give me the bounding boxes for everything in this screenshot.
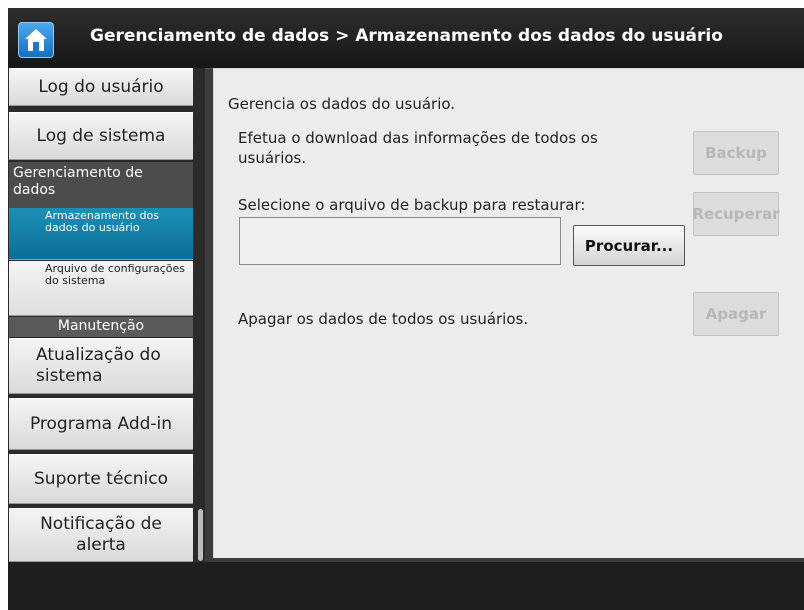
sidebar-item-label: Programa Add-in xyxy=(29,413,173,434)
sidebar-item-label: Suporte técnico xyxy=(34,468,168,489)
sidebar: Log do usuário Log de sistema Gerenciame… xyxy=(8,68,205,562)
home-icon xyxy=(25,29,47,51)
sidebar-item-label: Armazenamento dos dados do usuário xyxy=(45,209,160,234)
sidebar-item-label: Atualização do sistema xyxy=(36,345,161,386)
restore-label: Selecione o arquivo de backup para resta… xyxy=(238,196,586,214)
backup-file-input[interactable] xyxy=(239,217,561,265)
page-title: Gerenciamento de dados > Armazenamento d… xyxy=(90,26,723,46)
bottom-bar xyxy=(8,562,804,610)
sidebar-item-label: Arquivo de configurações do sistema xyxy=(45,262,186,287)
sidebar-item-label: Notificação de alerta xyxy=(40,514,162,555)
restore-button[interactable]: Recuperar xyxy=(692,192,780,236)
sidebar-scrollbar[interactable] xyxy=(198,509,203,561)
content-panel: Gerencia os dados do usuário. Efetua o d… xyxy=(213,68,804,558)
sidebar-item-user-data-storage[interactable]: Armazenamento dos dados do usuário xyxy=(9,208,193,260)
sidebar-item-system-log[interactable]: Log de sistema xyxy=(9,112,193,160)
sidebar-item-user-log[interactable]: Log do usuário xyxy=(9,68,193,106)
sidebar-category-maintenance: Manutenção xyxy=(9,317,193,337)
sidebar-item-alert-notification[interactable]: Notificação de alerta xyxy=(9,508,193,562)
backup-description: Efetua o download das informações de tod… xyxy=(238,129,598,167)
sidebar-item-system-config-file[interactable]: Arquivo de configurações do sistema xyxy=(9,261,193,316)
sidebar-item-system-update[interactable]: Atualização do sistema xyxy=(9,338,193,394)
header-bar: Gerenciamento de dados > Armazenamento d… xyxy=(8,8,804,69)
sidebar-item-label: Log de sistema xyxy=(36,125,166,146)
app-window: Gerenciamento de dados > Armazenamento d… xyxy=(8,8,804,610)
description-text: Gerencia os dados do usuário. xyxy=(228,95,456,113)
browse-button[interactable]: Procurar... xyxy=(573,225,685,266)
sidebar-category-data-management: Gerenciamento de dados xyxy=(9,162,193,208)
delete-button[interactable]: Apagar xyxy=(693,292,779,336)
delete-description: Apagar os dados de todos os usuários. xyxy=(238,310,529,328)
home-button[interactable] xyxy=(18,22,54,58)
sidebar-item-label: Log do usuário xyxy=(38,76,164,97)
backup-button[interactable]: Backup xyxy=(693,131,779,175)
sidebar-item-technical-support[interactable]: Suporte técnico xyxy=(9,454,193,504)
sidebar-item-addin-program[interactable]: Programa Add-in xyxy=(9,398,193,450)
